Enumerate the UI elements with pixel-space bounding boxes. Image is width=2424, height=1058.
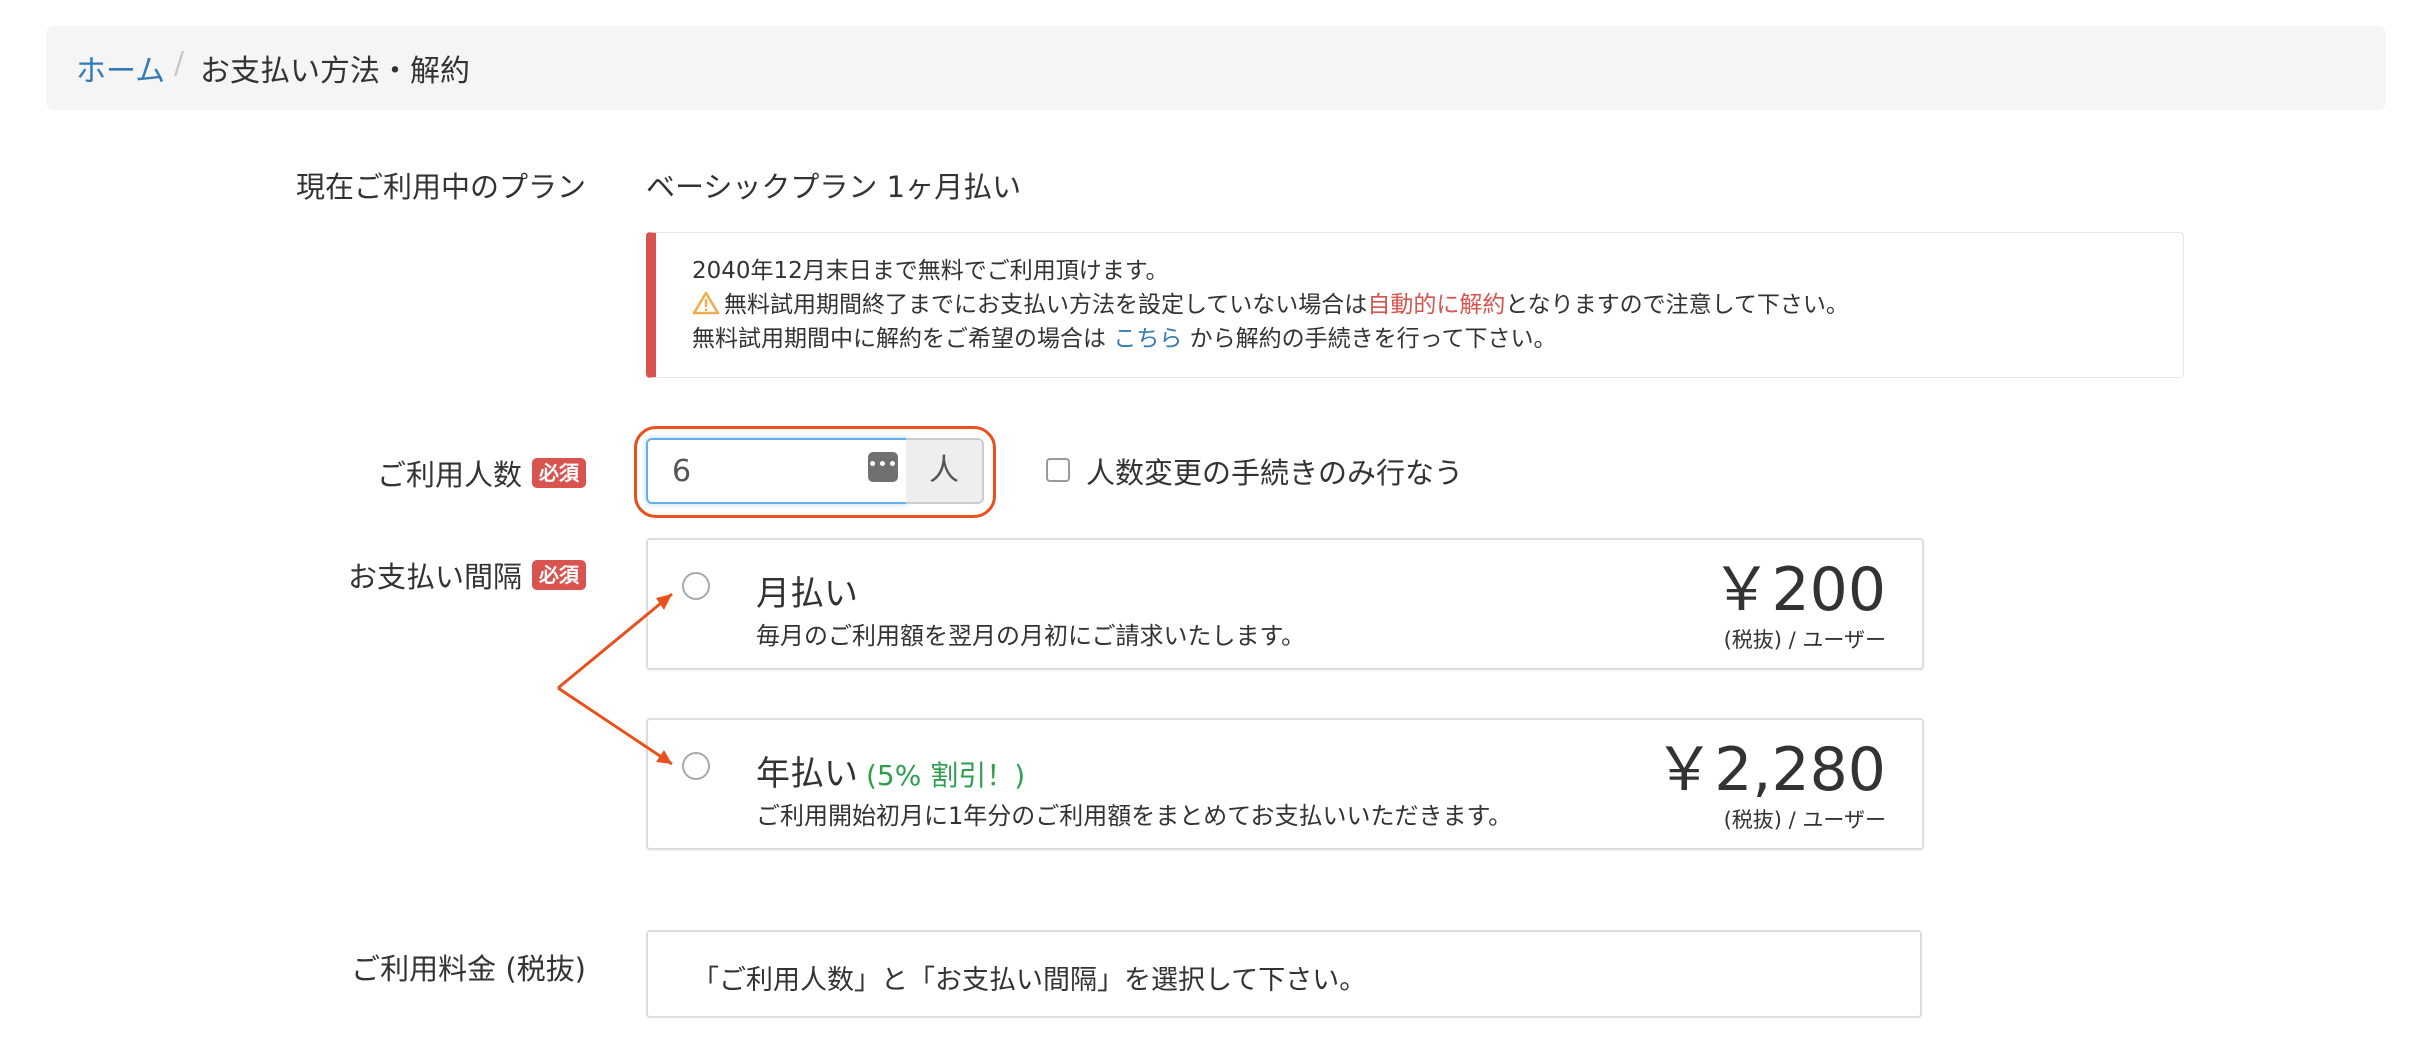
change-count-only-label[interactable]: 人数変更の手続きのみ行なう (1086, 450, 1463, 492)
interval-label: お支払い間隔 必須 (348, 554, 586, 596)
current-plan-label-text: 現在ご利用中のプラン (295, 170, 586, 204)
alert-line-2-pre: 無料試用期間終了までにお支払い方法を設定していない場合は (724, 292, 1368, 318)
yearly-description: ご利用開始初月に1年分のご利用額をまとめてお支払いいただきます。 (756, 802, 1513, 830)
yearly-title-text: 年払い (756, 754, 858, 794)
monthly-price-unit: (税抜) / ユーザー (1723, 628, 1886, 652)
yearly-discount-badge: (5% 割引！) (866, 759, 1026, 792)
current-plan-value: ベーシックプラン 1ヶ月払い (646, 170, 1022, 204)
yearly-payment-option[interactable]: 年払い (5% 割引！) ご利用開始初月に1年分のご利用額をまとめてお支払いいただ… (646, 718, 1924, 850)
users-unit-addon: 人 (906, 438, 984, 504)
monthly-price: ￥200 (1711, 555, 1886, 625)
alert-line-3: 無料試用期間中に解約をご希望の場合は こちら から解約の手続きを行って下さい。 (692, 319, 1556, 353)
trial-alert: 2040年12月末日まで無料でご利用頂けます。 無料試用期間終了までにお支払い方… (646, 232, 2184, 378)
alert-line-2-post: となりますので注意して下さい。 (1505, 292, 1849, 318)
change-count-only-checkbox[interactable] (1046, 458, 1070, 482)
users-label-text: ご利用人数 (376, 458, 522, 492)
breadcrumb-separator: / (174, 46, 185, 81)
auto-cancel-text: 自動的に解約 (1367, 292, 1506, 318)
yearly-price: ￥2,280 (1654, 735, 1886, 805)
fee-label-text: ご利用料金 (税抜) (351, 952, 586, 986)
fee-message: 「ご利用人数」と「お支払い間隔」を選択して下さい。 (692, 965, 1367, 996)
required-badge: 必須 (532, 560, 586, 590)
alert-line-3-post: から解約の手続きを行って下さい。 (1182, 326, 1557, 352)
monthly-payment-option[interactable]: 月払い 毎月のご利用額を翌月の月初にご請求いたします。 ￥200 (税抜) / … (646, 538, 1924, 670)
users-label: ご利用人数 必須 (377, 452, 586, 494)
monthly-title: 月払い (756, 566, 858, 615)
cancel-here-link[interactable]: こちら (1113, 326, 1182, 352)
alert-line-2: 無料試用期間終了までにお支払い方法を設定していない場合は自動的に解約となりますの… (692, 285, 1849, 319)
monthly-description: 毎月のご利用額を翌月の月初にご請求いたします。 (756, 622, 1306, 650)
breadcrumb: ホーム / お支払い方法・解約 (46, 26, 2386, 110)
alert-line-1: 2040年12月末日まで無料でご利用頂けます。 (692, 258, 1169, 284)
breadcrumb-current: お支払い方法・解約 (200, 54, 470, 89)
interval-label-text: お支払い間隔 (347, 560, 522, 594)
required-badge: 必須 (532, 458, 586, 488)
yearly-title: 年払い (5% 割引！) (756, 746, 1025, 795)
yearly-price-unit: (税抜) / ユーザー (1723, 808, 1886, 832)
current-plan-label: 現在ご利用中のプラン (296, 164, 586, 206)
monthly-radio[interactable] (682, 572, 710, 600)
monthly-title-text: 月払い (756, 574, 858, 614)
fee-display: 「ご利用人数」と「お支払い間隔」を選択して下さい。 (646, 930, 1922, 1018)
fee-label: ご利用料金 (税抜) (351, 946, 586, 988)
warning-triangle-icon (692, 291, 720, 315)
input-autofill-icon[interactable]: ••• (868, 452, 898, 482)
annotation-arrows (557, 592, 673, 766)
breadcrumb-home-link[interactable]: ホーム (76, 46, 165, 90)
yearly-radio[interactable] (682, 752, 710, 780)
alert-line-3-pre: 無料試用期間中に解約をご希望の場合は (692, 326, 1114, 352)
